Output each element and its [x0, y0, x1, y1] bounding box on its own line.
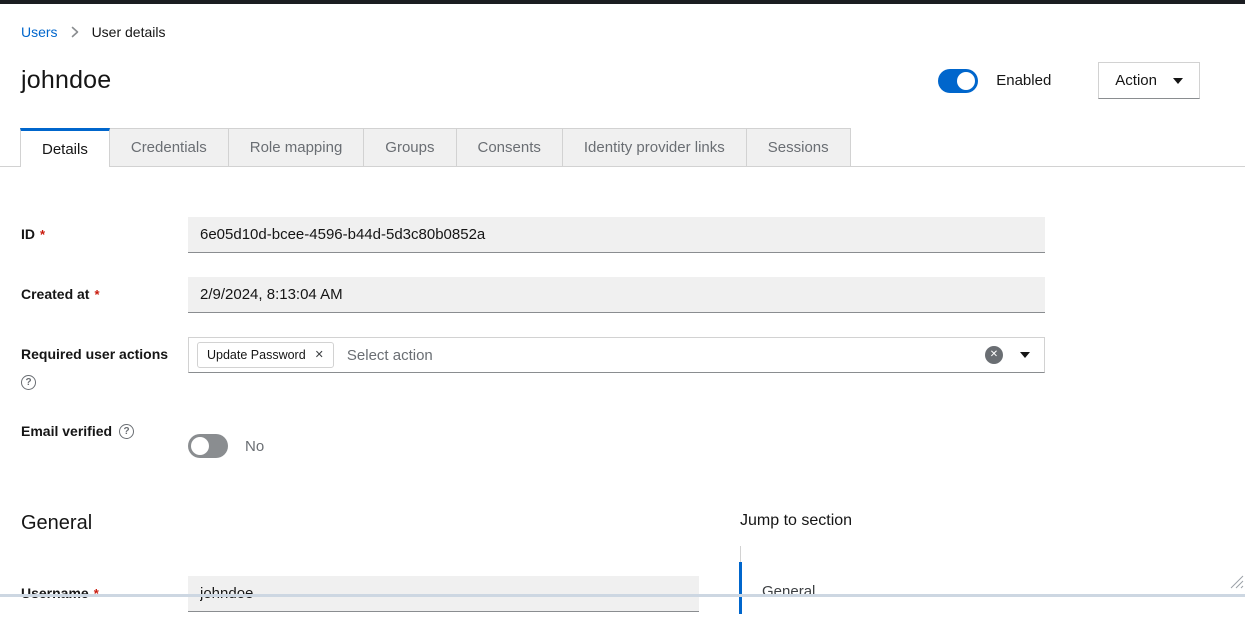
caret-down-icon — [1173, 78, 1183, 84]
label-text: Created at — [21, 286, 89, 302]
masthead-edge — [0, 0, 1245, 4]
email-verified-cell: No — [188, 414, 1045, 464]
tab-credentials[interactable]: Credentials — [110, 128, 229, 166]
email-verified-state-label: No — [245, 438, 264, 455]
action-dropdown-label: Action — [1115, 72, 1157, 89]
tab-consents[interactable]: Consents — [457, 128, 563, 166]
jump-to-section-nav: Jump to section General — [740, 512, 1210, 636]
chip-update-password: Update Password ✕ — [197, 342, 334, 368]
caret-down-icon[interactable] — [1020, 352, 1030, 358]
required-user-actions-cell: Update Password ✕ ✕ — [188, 337, 1045, 390]
tab-details[interactable]: Details — [20, 128, 110, 167]
page-title: johndoe — [21, 66, 111, 95]
breadcrumb: Users User details — [21, 24, 1245, 40]
times-circle-icon[interactable]: ✕ — [985, 346, 1003, 364]
question-circle-icon[interactable]: ? — [21, 375, 36, 390]
required-user-actions-label: Required user actions ? — [21, 337, 188, 390]
created-at-field-cell — [188, 277, 1045, 313]
required-indicator: * — [40, 227, 45, 242]
tab-identity-provider-links[interactable]: Identity provider links — [563, 128, 747, 166]
toggle-knob — [191, 437, 209, 455]
breadcrumb-current: User details — [92, 24, 166, 40]
select-action-input[interactable] — [334, 347, 985, 364]
question-circle-icon[interactable]: ? — [119, 424, 134, 439]
general-section-heading: General — [21, 512, 699, 535]
email-verified-toggle[interactable] — [188, 434, 228, 458]
required-indicator: * — [94, 287, 99, 302]
header-controls: Enabled Action — [938, 62, 1200, 99]
enabled-toggle[interactable] — [938, 69, 978, 93]
tab-groups[interactable]: Groups — [364, 128, 456, 166]
tab-role-mapping[interactable]: Role mapping — [229, 128, 365, 166]
resize-grip-icon[interactable] — [1229, 574, 1244, 594]
user-details-form: ID * Created at * Required user actions ? — [21, 217, 1045, 464]
created-at-field-label: Created at * — [21, 277, 188, 313]
details-panel: ID * Created at * Required user actions ? — [0, 217, 1245, 636]
label-text: Username — [21, 585, 89, 601]
jump-to-section-title: Jump to section — [740, 512, 1210, 530]
label-text: ID — [21, 226, 35, 242]
general-section: General Username* — [21, 512, 699, 636]
id-field-row: ID * — [21, 217, 1045, 253]
email-verified-label: Email verified ? — [21, 414, 188, 464]
chip-label: Update Password — [207, 348, 306, 362]
id-field-label: ID * — [21, 217, 188, 253]
email-verified-row: Email verified ? No — [21, 414, 1045, 464]
tab-bar: Details Credentials Role mapping Groups … — [0, 128, 1245, 167]
label-text: Email verified — [21, 423, 112, 440]
required-user-actions-row: Required user actions ? Update Password … — [21, 337, 1045, 390]
created-at-field-row: Created at * — [21, 277, 1045, 313]
page-header: johndoe Enabled Action — [21, 62, 1200, 99]
action-dropdown-button[interactable]: Action — [1098, 62, 1200, 99]
id-input[interactable] — [188, 217, 1045, 253]
label-text: Required user actions — [21, 346, 168, 362]
jump-link-list: General — [740, 546, 1210, 614]
id-field-cell — [188, 217, 1045, 253]
chevron-right-icon — [70, 26, 80, 38]
jump-link-general[interactable]: General — [739, 562, 1210, 614]
general-section-row: General Username* Jump to section Genera… — [21, 512, 1245, 636]
breadcrumb-users-link[interactable]: Users — [21, 24, 58, 40]
required-user-actions-multiselect: Update Password ✕ ✕ — [188, 337, 1045, 373]
toggle-knob — [957, 72, 975, 90]
enabled-toggle-label: Enabled — [996, 72, 1051, 89]
tab-sessions[interactable]: Sessions — [747, 128, 851, 166]
times-icon[interactable]: ✕ — [315, 350, 324, 361]
created-at-input[interactable] — [188, 277, 1045, 313]
